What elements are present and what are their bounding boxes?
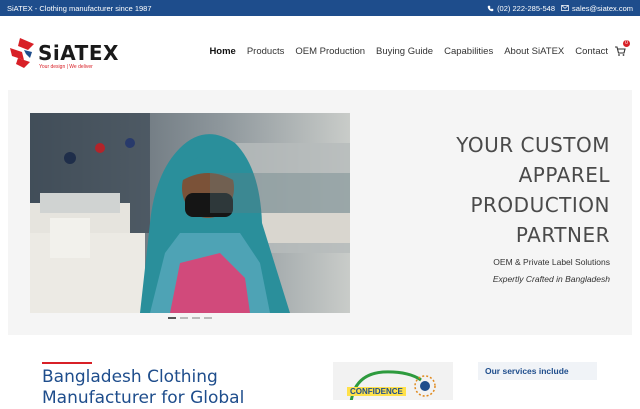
logo-wordmark: SiATEX (38, 41, 119, 65)
hero-headline: YOUR CUSTOM APPAREL PRODUCTION PARTNER (350, 130, 610, 250)
badge-label: CONFIDENCE (347, 387, 406, 396)
topbar-email[interactable]: sales@siatex.com (561, 4, 633, 13)
hero-slider: YOUR CUSTOM APPAREL PRODUCTION PARTNER O… (8, 90, 632, 335)
topbar-contacts: (02) 222-285-548 sales@siatex.com (487, 4, 633, 13)
confidence-badge: CONFIDENCE (333, 362, 453, 400)
hero-headline-line: PRODUCTION (470, 193, 610, 217)
hero-photo-illustration (30, 113, 350, 313)
slider-dot[interactable] (204, 317, 212, 319)
logo-mark-icon (10, 38, 34, 68)
nav-contact[interactable]: Contact (575, 46, 608, 57)
intro-heading: Bangladesh Clothing Manufacturer for Glo… (42, 367, 245, 408)
hero-headline-line: PARTNER (515, 223, 610, 247)
logo-tagline: Your design | We deliver (39, 64, 93, 70)
nav-products[interactable]: Products (247, 46, 285, 57)
hero-photo-garment-worker (30, 113, 350, 313)
slider-dot[interactable] (180, 317, 188, 319)
nav-capabilities[interactable]: Capabilities (444, 46, 493, 57)
slider-dot[interactable] (192, 317, 200, 319)
topbar-tagline: SiATEX - Clothing manufacturer since 198… (7, 3, 152, 13)
siatex-logo[interactable]: SiATEX Your design | We deliver (8, 38, 118, 72)
nav-oem-production[interactable]: OEM Production (295, 46, 365, 57)
services-heading: Our services include (478, 362, 597, 380)
envelope-icon (561, 5, 569, 11)
slider-dot[interactable] (168, 317, 176, 319)
cart-button[interactable]: 0 (614, 40, 630, 58)
nav-about[interactable]: About SiATEX (504, 46, 564, 57)
email-address: sales@siatex.com (572, 3, 633, 13)
hero-subtitle: OEM & Private Label Solutions (493, 257, 610, 267)
nav-buying-guide[interactable]: Buying Guide (376, 46, 433, 57)
nav-home[interactable]: Home (209, 46, 235, 57)
top-bar: SiATEX - Clothing manufacturer since 198… (0, 0, 640, 16)
cart-count-badge: 0 (623, 40, 630, 47)
main-nav: Home Products OEM Production Buying Guid… (209, 46, 608, 57)
topbar-phone[interactable]: (02) 222-285-548 (487, 4, 555, 13)
phone-number: (02) 222-285-548 (497, 3, 556, 13)
phone-icon (487, 5, 494, 11)
hero-headline-line: YOUR CUSTOM (456, 133, 610, 157)
hero-subtitle-italic: Expertly Crafted in Bangladesh (492, 274, 610, 284)
site-header: SiATEX Your design | We deliver Home Pro… (0, 16, 640, 90)
section-accent-line (42, 362, 92, 364)
hero-headline-line: APPAREL (518, 163, 610, 187)
cart-icon (615, 46, 626, 56)
slider-pagination (168, 317, 212, 319)
